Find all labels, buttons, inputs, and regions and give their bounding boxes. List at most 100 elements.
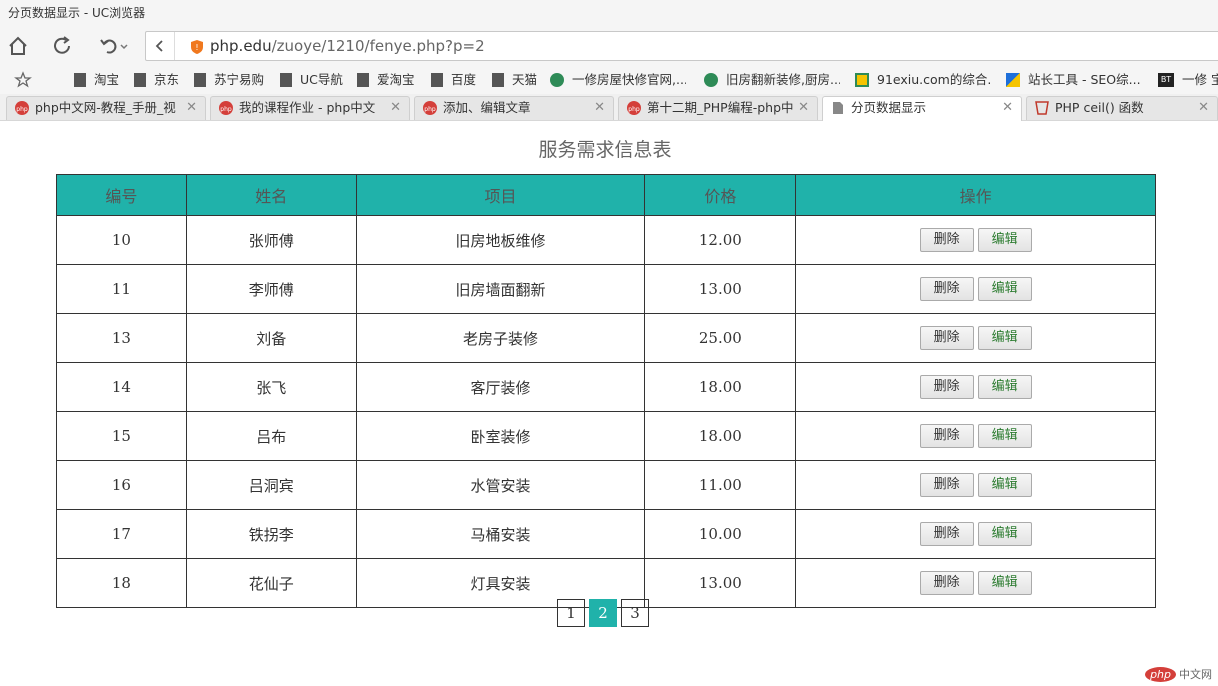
cell-price: 25.00 bbox=[644, 313, 797, 363]
url-text[interactable]: php.edu/zuoye/1210/fenye.php?p=2 bbox=[210, 32, 485, 60]
tab-course-homework[interactable]: php 我的课程作业 - php中文 ✕ bbox=[210, 96, 410, 120]
edit-button[interactable]: 编辑 bbox=[977, 375, 1032, 399]
tab-close-icon[interactable]: ✕ bbox=[594, 97, 605, 119]
tab-add-edit-article[interactable]: php 添加、编辑文章 ✕ bbox=[414, 96, 614, 120]
page-icon bbox=[492, 73, 504, 87]
edit-button[interactable]: 编辑 bbox=[977, 522, 1032, 546]
edit-button[interactable]: 编辑 bbox=[977, 571, 1032, 595]
bookmark-star-icon[interactable] bbox=[14, 66, 32, 94]
bookmark-91exiu[interactable]: 91exiu.com的综合... bbox=[855, 66, 991, 94]
cell-project: 客厅装修 bbox=[355, 362, 646, 412]
tab-close-icon[interactable]: ✕ bbox=[1198, 97, 1209, 119]
bookmark-tmall[interactable]: 天猫 bbox=[492, 66, 537, 94]
cell-name: 吕洞宾 bbox=[185, 460, 357, 510]
bookmark-ai-taobao[interactable]: 爱淘宝 bbox=[357, 66, 415, 94]
delete-button[interactable]: 删除 bbox=[919, 424, 974, 448]
table-row: 11 李师傅 旧房墙面翻新 13.00 删除 编辑 bbox=[56, 264, 1156, 314]
cell-id: 17 bbox=[56, 509, 187, 559]
tab-close-icon[interactable]: ✕ bbox=[1002, 97, 1013, 119]
yixiu-icon bbox=[704, 73, 718, 87]
bookmark-yixiu-bt[interactable]: BT 一修 宝 bbox=[1158, 66, 1218, 94]
bookmark-chinaz[interactable]: 站长工具 - SEO综... bbox=[1006, 66, 1142, 94]
edit-button[interactable]: 编辑 bbox=[977, 277, 1032, 301]
reload-icon[interactable] bbox=[48, 32, 76, 60]
cell-actions: 删除 编辑 bbox=[795, 362, 1156, 412]
page-icon bbox=[357, 73, 369, 87]
cell-actions: 删除 编辑 bbox=[795, 313, 1156, 363]
bookmark-jd[interactable]: 京东 bbox=[134, 66, 179, 94]
cell-project: 老房子装修 bbox=[355, 313, 646, 363]
tab-close-icon[interactable]: ✕ bbox=[798, 97, 809, 119]
delete-button[interactable]: 删除 bbox=[919, 277, 974, 301]
tab-php-cn[interactable]: php php中文网-教程_手册_视 ✕ bbox=[6, 96, 206, 120]
cell-id: 10 bbox=[56, 215, 187, 265]
cell-price: 18.00 bbox=[644, 411, 797, 461]
edit-button[interactable]: 编辑 bbox=[977, 424, 1032, 448]
cell-actions: 删除 编辑 bbox=[795, 411, 1156, 461]
edit-button[interactable]: 编辑 bbox=[977, 228, 1032, 252]
svg-text:php: php bbox=[16, 106, 28, 113]
delete-button[interactable]: 删除 bbox=[919, 473, 974, 497]
svg-text:php: php bbox=[628, 106, 640, 113]
cell-id: 11 bbox=[56, 264, 187, 314]
table-row: 15 吕布 卧室装修 18.00 删除 编辑 bbox=[56, 411, 1156, 461]
address-bar[interactable]: ! php.edu/zuoye/1210/fenye.php?p=2 bbox=[145, 31, 1218, 61]
cell-name: 李师傅 bbox=[185, 264, 357, 314]
svg-text:php: php bbox=[220, 106, 232, 113]
page-icon bbox=[280, 73, 292, 87]
bookmark-baidu[interactable]: 百度 bbox=[431, 66, 476, 94]
cell-name: 铁拐李 bbox=[185, 509, 357, 559]
table-row: 16 吕洞宾 水管安装 11.00 删除 编辑 bbox=[56, 460, 1156, 510]
delete-button[interactable]: 删除 bbox=[919, 326, 974, 350]
undo-close-tab-icon[interactable] bbox=[96, 32, 132, 60]
tab-close-icon[interactable]: ✕ bbox=[186, 97, 197, 119]
cell-name: 花仙子 bbox=[185, 558, 357, 608]
tab-paged-data-active[interactable]: 分页数据显示 ✕ bbox=[822, 96, 1022, 121]
table-row: 13 刘备 老房子装修 25.00 删除 编辑 bbox=[56, 313, 1156, 363]
page-icon bbox=[134, 73, 146, 87]
page-icon bbox=[74, 73, 86, 87]
bookmark-taobao[interactable]: 淘宝 bbox=[74, 66, 119, 94]
page-link-3[interactable]: 3 bbox=[621, 599, 649, 627]
php-favicon-icon: php bbox=[15, 101, 29, 115]
header-name: 姓名 bbox=[185, 174, 357, 216]
back-icon[interactable] bbox=[146, 32, 175, 60]
cell-name: 张飞 bbox=[185, 362, 357, 412]
delete-button[interactable]: 删除 bbox=[919, 571, 974, 595]
bookmark-uc-nav[interactable]: UC导航 bbox=[280, 66, 343, 94]
php-logo-badge: php bbox=[1145, 666, 1176, 682]
cell-price: 13.00 bbox=[644, 558, 797, 608]
tab-close-icon[interactable]: ✕ bbox=[390, 97, 401, 119]
header-project: 项目 bbox=[355, 174, 646, 216]
delete-button[interactable]: 删除 bbox=[919, 522, 974, 546]
bookmark-renovation[interactable]: 旧房翻新装修,厨房... bbox=[704, 66, 840, 94]
cell-price: 18.00 bbox=[644, 362, 797, 412]
cell-actions: 删除 编辑 bbox=[795, 264, 1156, 314]
cell-id: 13 bbox=[56, 313, 187, 363]
php-cn-watermark: php 中文网 bbox=[1145, 666, 1212, 682]
bookmark-suning[interactable]: 苏宁易购 bbox=[194, 66, 264, 94]
page-icon bbox=[431, 73, 443, 87]
page-link-1[interactable]: 1 bbox=[557, 599, 585, 627]
cell-id: 18 bbox=[56, 558, 187, 608]
edit-button[interactable]: 编辑 bbox=[977, 473, 1032, 497]
header-id: 编号 bbox=[56, 174, 187, 216]
cell-price: 10.00 bbox=[644, 509, 797, 559]
cell-price: 11.00 bbox=[644, 460, 797, 510]
security-shield-icon[interactable]: ! bbox=[190, 39, 204, 59]
svg-text:php: php bbox=[424, 106, 436, 113]
tab-php-course-12[interactable]: php 第十二期_PHP编程-php中 ✕ bbox=[618, 96, 818, 120]
edit-button[interactable]: 编辑 bbox=[977, 326, 1032, 350]
url-path: /zuoye/1210/fenye.php?p=2 bbox=[271, 37, 485, 55]
delete-button[interactable]: 删除 bbox=[919, 228, 974, 252]
cell-project: 旧房地板维修 bbox=[355, 215, 646, 265]
tab-php-ceil[interactable]: PHP ceil() 函数 ✕ bbox=[1026, 96, 1218, 120]
cell-name: 刘备 bbox=[185, 313, 357, 363]
page-link-2-current[interactable]: 2 bbox=[589, 599, 617, 627]
home-icon[interactable] bbox=[4, 32, 32, 60]
svg-text:!: ! bbox=[195, 43, 198, 52]
delete-button[interactable]: 删除 bbox=[919, 375, 974, 399]
bookmark-yixiu[interactable]: 一修房屋快修官网,... bbox=[550, 66, 686, 94]
table-row: 17 铁拐李 马桶安装 10.00 删除 编辑 bbox=[56, 509, 1156, 559]
page-document-icon bbox=[833, 102, 843, 114]
